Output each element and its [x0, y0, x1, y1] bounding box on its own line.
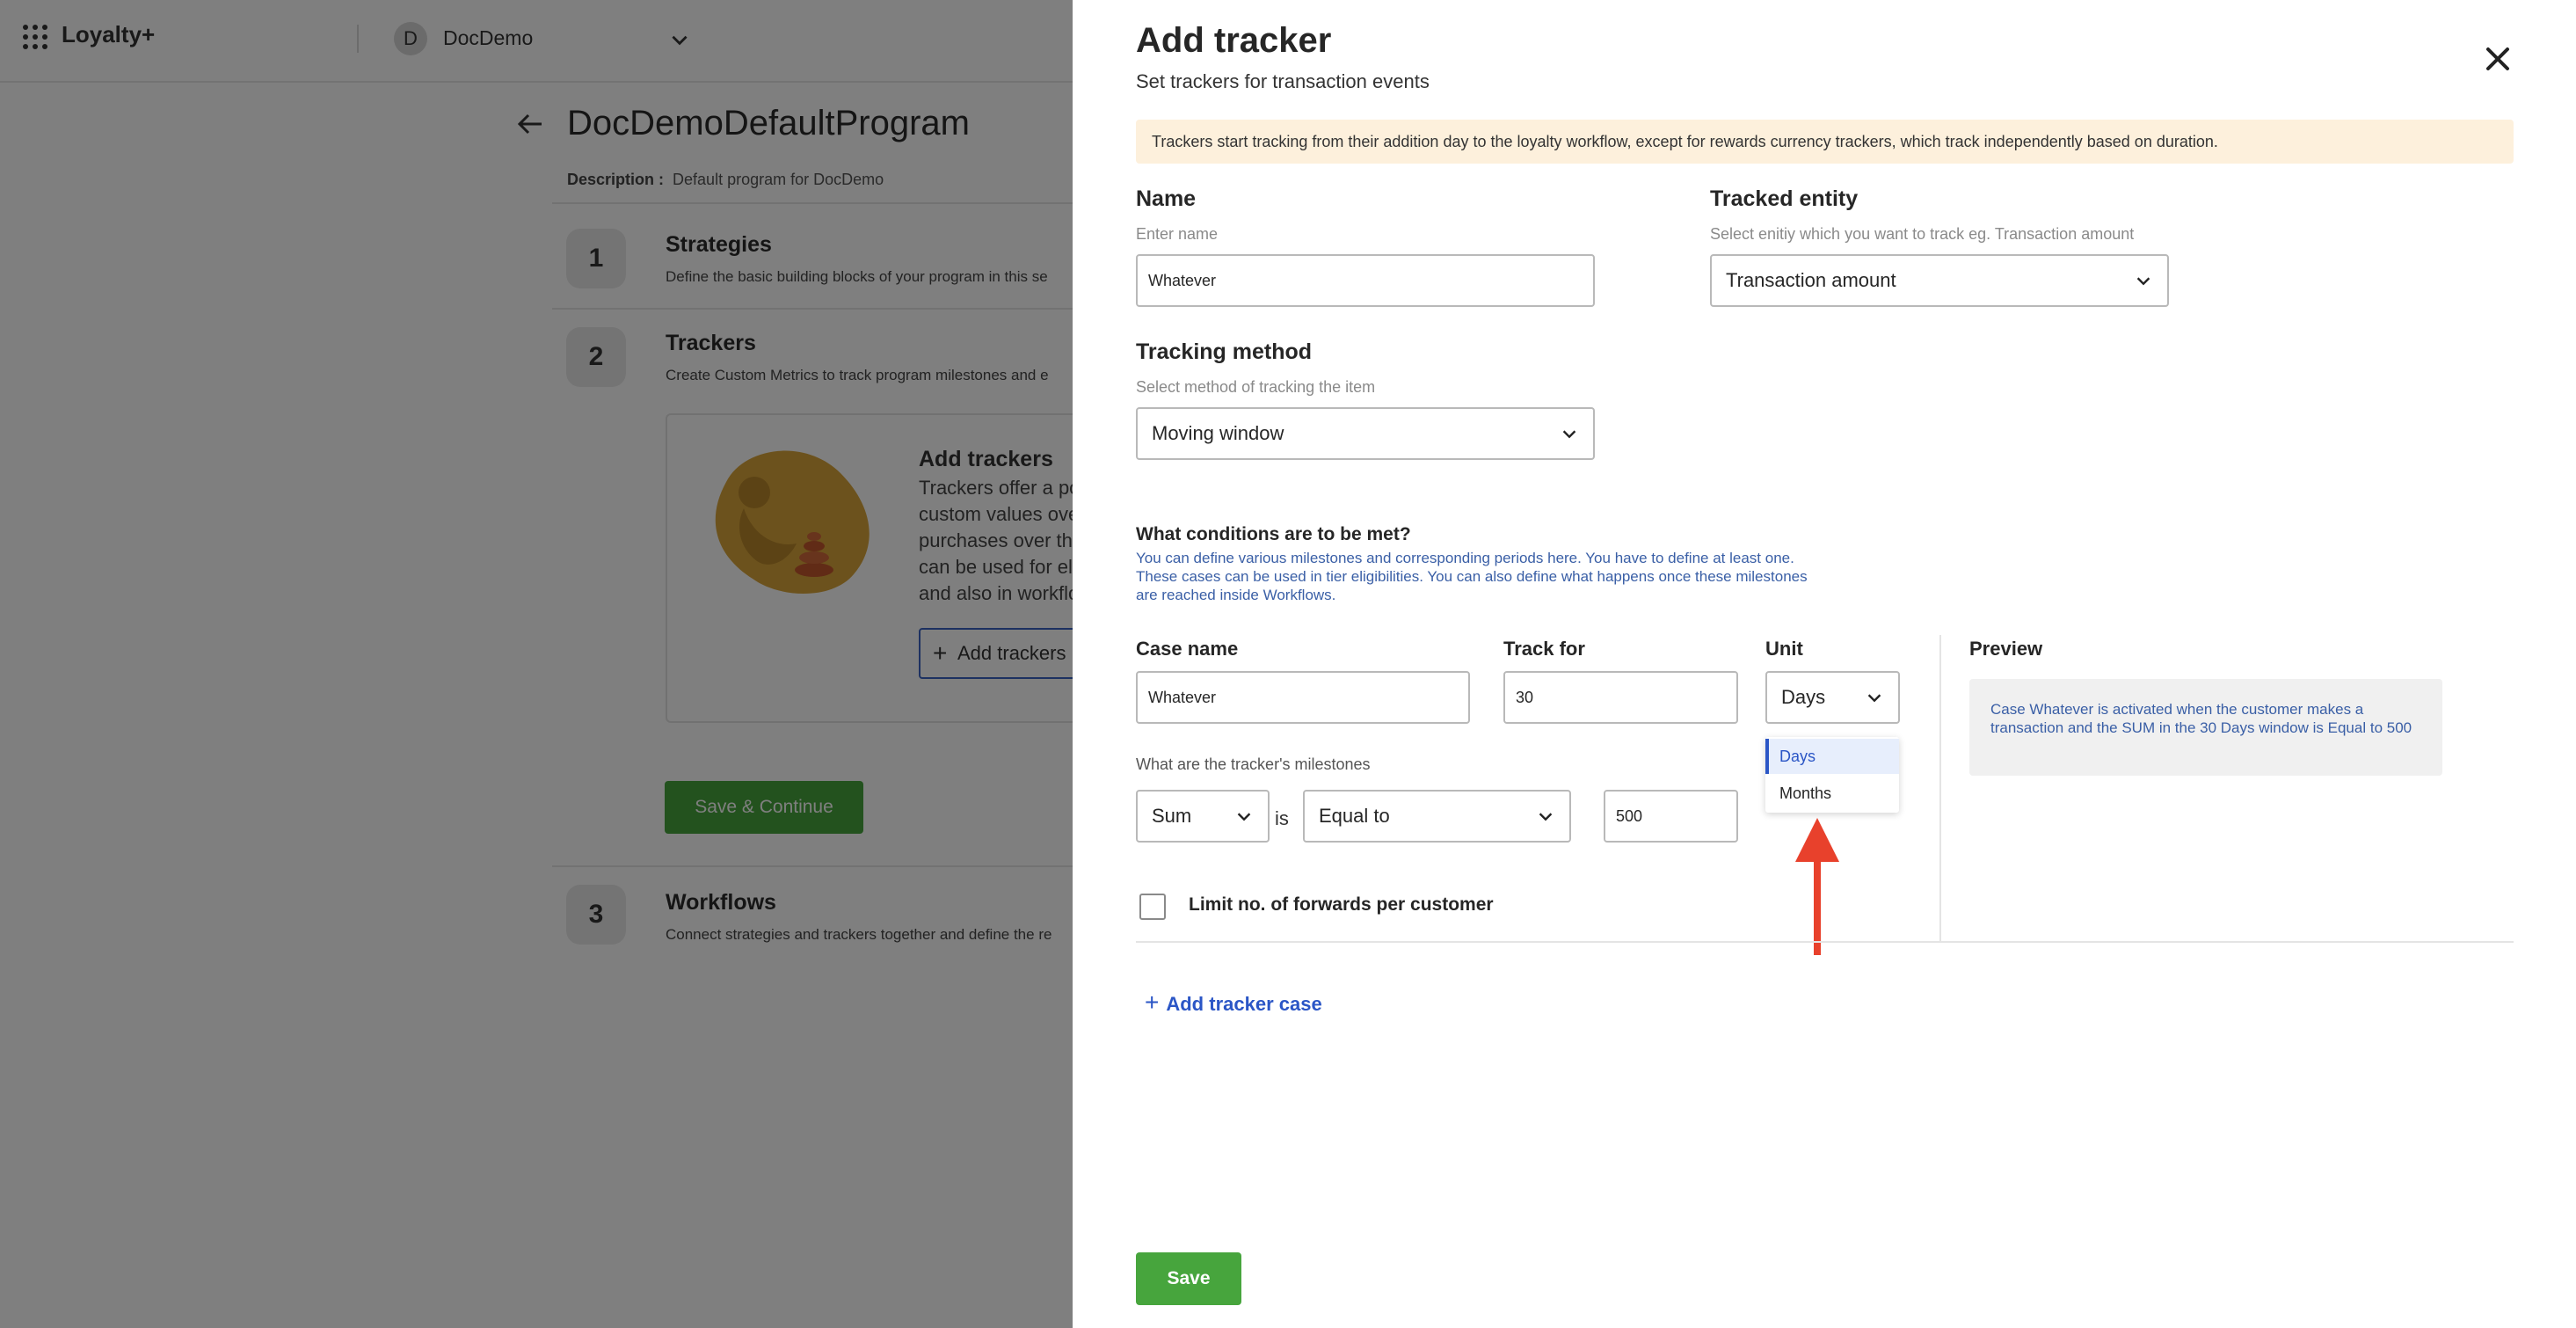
info-banner: Trackers start tracking from their addit…: [1136, 120, 2514, 164]
chevron-down-icon: [1562, 430, 1576, 439]
threshold-input[interactable]: [1604, 790, 1738, 843]
close-icon[interactable]: [2485, 46, 2511, 72]
modal-backdrop[interactable]: [0, 0, 1073, 1328]
chevron-down-icon: [1539, 813, 1553, 821]
chevron-down-icon: [1237, 813, 1251, 821]
limit-forwards-label: Limit no. of forwards per customer: [1189, 894, 1494, 915]
unit-option-days[interactable]: Days: [1765, 739, 1899, 774]
tracking-method-select[interactable]: Moving window: [1136, 407, 1595, 460]
tracked-entity-hint: Select enitiy which you want to track eg…: [1710, 225, 2135, 243]
is-label: is: [1275, 807, 1289, 829]
chevron-down-icon: [1867, 694, 1881, 703]
name-hint: Enter name: [1136, 225, 1219, 243]
name-label: Name: [1136, 186, 1197, 211]
conditions-title: What conditions are to be met?: [1136, 524, 1411, 544]
operator-value: Equal to: [1319, 805, 1390, 827]
operator-select[interactable]: Equal to: [1303, 790, 1571, 843]
preview-text: Case Whatever is activated when the cust…: [1969, 679, 2442, 776]
tracking-method-label: Tracking method: [1136, 339, 1313, 364]
tracking-method-value: Moving window: [1152, 422, 1284, 444]
milestones-label: What are the tracker's milestones: [1136, 755, 1371, 773]
aggregate-value: Sum: [1152, 805, 1192, 827]
tracked-entity-value: Transaction amount: [1726, 269, 1896, 291]
add-tracker-case-button[interactable]: + Add tracker case: [1145, 989, 1322, 1017]
add-tracker-case-label: Add tracker case: [1166, 993, 1322, 1015]
conditions-description: You can define various milestones and co…: [1136, 550, 1808, 603]
tracking-method-hint: Select method of tracking the item: [1136, 378, 1376, 396]
preview-divider: [1939, 635, 1941, 941]
drawer-title: Add tracker: [1136, 21, 1332, 60]
plus-icon: +: [1145, 989, 1160, 1016]
tracked-entity-label: Tracked entity: [1710, 186, 1859, 211]
unit-label: Unit: [1765, 638, 1803, 660]
save-button[interactable]: Save: [1136, 1252, 1241, 1305]
unit-select[interactable]: Days: [1765, 671, 1900, 724]
unit-dropdown-menu: Days Months: [1765, 737, 1899, 813]
unit-option-months[interactable]: Months: [1765, 776, 1899, 811]
tracked-entity-select[interactable]: Transaction amount: [1710, 254, 2169, 307]
annotation-arrow-icon: [1795, 818, 1839, 955]
chevron-down-icon: [2136, 277, 2150, 286]
case-name-label: Case name: [1136, 638, 1239, 660]
track-for-input[interactable]: [1503, 671, 1738, 724]
case-divider: [1136, 941, 2514, 943]
preview-label: Preview: [1969, 638, 2043, 660]
drawer-subtitle: Set trackers for transaction events: [1136, 70, 1430, 92]
case-name-input[interactable]: [1136, 671, 1470, 724]
aggregate-select[interactable]: Sum: [1136, 790, 1270, 843]
unit-value: Days: [1781, 686, 1826, 708]
limit-forwards-checkbox[interactable]: [1139, 894, 1166, 920]
track-for-label: Track for: [1503, 638, 1585, 660]
name-input[interactable]: [1136, 254, 1595, 307]
